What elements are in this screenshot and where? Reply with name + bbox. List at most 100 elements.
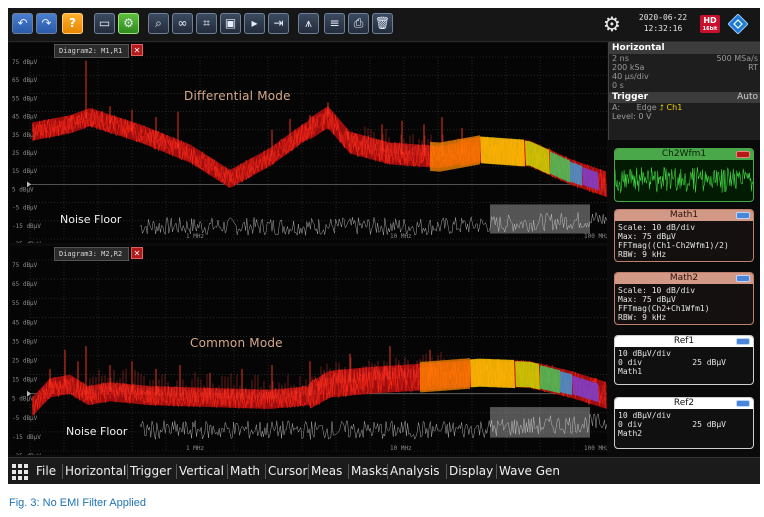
menu-cursor[interactable]: Cursor xyxy=(268,463,307,479)
trigger-source-row: A: Edge ⮥ Ch1 xyxy=(609,103,760,112)
hd-badge[interactable]: HD 16bit xyxy=(700,15,720,33)
date: 2020-06-22 xyxy=(638,13,688,22)
y-tick-label: -15 dBµV xyxy=(12,223,41,230)
setup-icon[interactable]: ⚙ xyxy=(118,13,139,34)
menu-file[interactable]: File xyxy=(36,463,56,479)
hd-label: HD xyxy=(703,16,717,25)
noise-floor-trace xyxy=(139,204,607,236)
x-tick-label: 100 MHz xyxy=(584,445,607,452)
ref-source: Math1 xyxy=(618,367,643,376)
diagram-tab[interactable]: Diagram3: M2,R2 xyxy=(54,247,130,261)
card-body: 10 dBµV/div 0 div 25 dBµV Math2 xyxy=(615,409,753,440)
x-tick-label: 10 MHz xyxy=(390,445,412,452)
card-body: Scale: 10 dB/div Max: 75 dBµV FFTmag(Ch2… xyxy=(615,284,753,324)
trigger-type: Edge xyxy=(636,103,657,112)
sample-rate: 500 MSa/s xyxy=(716,54,758,63)
trigger-title[interactable]: Trigger Auto xyxy=(609,92,760,103)
card-body: Scale: 10 dB/div Max: 75 dBµV FFTmag((Ch… xyxy=(615,221,753,261)
measure-icon[interactable]: ≡ xyxy=(324,13,345,34)
run-icon[interactable]: ▸ xyxy=(244,13,265,34)
x-tick-label: 1 MHz xyxy=(186,233,204,240)
menu-separator xyxy=(308,464,309,479)
mode-label: Common Mode xyxy=(190,336,283,350)
zoom-icon[interactable]: ⌕ xyxy=(148,13,169,34)
channel-icon[interactable]: ⌗ xyxy=(196,13,217,34)
diagram-tab[interactable]: Diagram2: M1,R1 xyxy=(54,44,130,58)
y-tick-label: 65 dBµV xyxy=(12,77,38,84)
menu-math[interactable]: Math xyxy=(230,463,260,479)
math2-card[interactable]: Math2 Scale: 10 dB/div Max: 75 dBµV FFTm… xyxy=(614,272,754,325)
ref-offset: 25 dBµV xyxy=(692,358,726,367)
record-length: 200 kSa xyxy=(612,63,645,72)
ref-scale: 10 dBµV/div xyxy=(618,411,671,420)
close-icon[interactable]: ✕ xyxy=(131,247,143,259)
redo-icon[interactable]: ↷ xyxy=(36,13,57,34)
card-body: 10 dBµV/div 0 div 25 dBµV Math1 xyxy=(615,347,753,378)
menu-analysis[interactable]: Analysis xyxy=(390,463,439,479)
single-icon[interactable]: ⇥ xyxy=(268,13,289,34)
menu-separator xyxy=(348,464,349,479)
x-tick-label: 10 MHz xyxy=(390,233,412,240)
noise-floor-trace xyxy=(139,407,607,440)
card-title: Ref1 xyxy=(615,336,753,347)
card-menu-button[interactable] xyxy=(736,338,750,345)
card-menu-button[interactable] xyxy=(736,400,750,407)
menu-separator xyxy=(62,464,63,479)
noise-floor-label: Noise Floor xyxy=(66,425,128,438)
hd-sub: 16bit xyxy=(702,26,718,32)
close-icon[interactable]: ✕ xyxy=(131,44,143,56)
menu-vertical[interactable]: Vertical xyxy=(179,463,224,479)
print-icon[interactable]: ⎙ xyxy=(348,13,369,34)
binoculars-icon[interactable]: ∞ xyxy=(172,13,193,34)
close-icon[interactable] xyxy=(736,151,750,158)
settings-icon[interactable]: ▣ xyxy=(220,13,241,34)
card-title-text: Ch2Wfm1 xyxy=(661,149,707,159)
menu-display[interactable]: Display xyxy=(449,463,493,479)
card-title-text: Ref1 xyxy=(673,336,695,346)
acq-mode: RT xyxy=(748,63,758,72)
math-rbw: RBW: 9 kHz xyxy=(618,250,667,259)
menu-separator xyxy=(227,464,228,479)
x-tick-label: 1 MHz xyxy=(186,445,204,452)
card-title-text: Math1 xyxy=(669,210,699,220)
menu-trigger[interactable]: Trigger xyxy=(130,463,171,479)
menu-masks[interactable]: Masks xyxy=(351,463,388,479)
math-max: Max: 75 dBµV xyxy=(618,232,676,241)
mode-label: Differential Mode xyxy=(184,89,291,103)
menu-wave-gen[interactable]: Wave Gen xyxy=(499,463,560,479)
open-folder-icon[interactable]: ▭ xyxy=(94,13,115,34)
undo-icon[interactable]: ↶ xyxy=(12,13,33,34)
ref1-card[interactable]: Ref1 10 dBµV/div 0 div 25 dBµV Math1 xyxy=(614,335,754,385)
card-menu-button[interactable] xyxy=(736,212,750,219)
trigger-level: Level: 0 V xyxy=(612,112,652,121)
diagram-common[interactable]: 75 dBµV 65 dBµV 55 dBµV 45 dBµV 35 dBµV 25 dB… xyxy=(10,246,607,455)
rohde-schwarz-logo-icon[interactable] xyxy=(728,14,748,34)
menu-meas[interactable]: Meas xyxy=(311,463,342,479)
oscilloscope-screen: ↶ ↷ ? ▭ ⚙ ⌕ ∞ ⌗ ▣ ▸ ⇥ ⩚ ≡ ⎙ 🗑 ⚙ 2020-06-… xyxy=(8,8,760,484)
ch2wfm-card[interactable]: Ch2Wfm1 xyxy=(614,148,754,202)
menu-separator xyxy=(127,464,128,479)
diagram-differential[interactable]: 75 dBµV 65 dBµV 55 dBµV 45 dBµV 35 dBµV 25 dB… xyxy=(10,43,607,243)
x-tick-label: 100 MHz xyxy=(584,233,607,240)
ref2-card[interactable]: Ref2 10 dBµV/div 0 div 25 dBµV Math2 xyxy=(614,397,754,449)
math-scale: Scale: 10 dB/div xyxy=(618,223,696,232)
y-tick-label: -5 dBµV xyxy=(12,205,38,212)
gear-icon[interactable]: ⚙ xyxy=(600,12,624,36)
ch2wfm-preview xyxy=(615,160,753,200)
apps-grid-icon[interactable] xyxy=(12,464,28,480)
ref-position-row: 0 div 25 dBµV xyxy=(618,420,750,429)
toolbar: ↶ ↷ ? ▭ ⚙ ⌕ ∞ ⌗ ▣ ▸ ⇥ ⩚ ≡ ⎙ 🗑 ⚙ 2020-06-… xyxy=(8,8,760,42)
delete-icon[interactable]: 🗑 xyxy=(372,13,393,34)
ref-position: 0 div xyxy=(618,420,643,429)
figure-caption: Fig. 3: No EMI Filter Applied xyxy=(9,497,146,509)
help-icon[interactable]: ? xyxy=(62,13,83,34)
card-menu-button[interactable] xyxy=(736,275,750,282)
math-rbw: RBW: 9 kHz xyxy=(618,313,667,322)
y-tick-label: 5 dBµV xyxy=(12,186,34,193)
time-scale: 40 µs/div xyxy=(612,72,649,81)
horizontal-box[interactable]: Horizontal 2 ns 500 MSa/s 200 kSa RT 40 … xyxy=(608,42,760,140)
fft-icon[interactable]: ⩚ xyxy=(298,13,319,34)
card-title-text: Math2 xyxy=(669,273,699,283)
math1-card[interactable]: Math1 Scale: 10 dB/div Max: 75 dBµV FFTm… xyxy=(614,209,754,262)
menu-horizontal[interactable]: Horizontal xyxy=(65,463,126,479)
